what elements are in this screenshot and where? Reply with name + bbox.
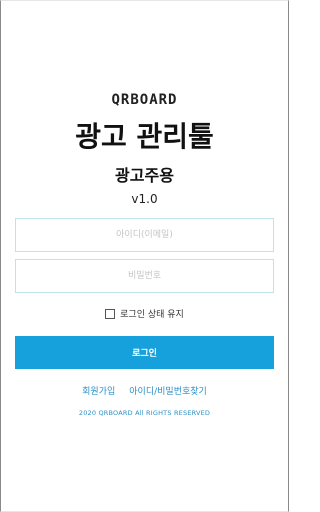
- brand-logo: QRBOARD: [111, 92, 178, 108]
- page-title: 광고 관리툴: [75, 120, 214, 153]
- copyright-text: 2020 QRBOARD All RIGHTS RESERVED: [78, 409, 211, 417]
- signup-link[interactable]: 회원가입: [82, 384, 115, 397]
- remember-checkbox[interactable]: [105, 308, 116, 319]
- find-account-link[interactable]: 아이디/비밀번호찾기: [129, 384, 207, 397]
- page-subtitle: 광고주용: [115, 166, 174, 185]
- login-page: QRBOARD 광고 관리툴 광고주용 v1.0 로그인 상태 유지 로그인 회…: [0, 0, 289, 512]
- login-button[interactable]: 로그인: [15, 336, 274, 369]
- remember-label: 로그인 상태 유지: [120, 310, 184, 320]
- account-links: 회원가입 아이디/비밀번호찾기: [1, 384, 288, 397]
- password-input[interactable]: [15, 259, 274, 293]
- id-input[interactable]: [15, 218, 274, 252]
- remember-login-toggle[interactable]: 로그인 상태 유지: [1, 307, 288, 320]
- version-label: v1.0: [131, 192, 158, 206]
